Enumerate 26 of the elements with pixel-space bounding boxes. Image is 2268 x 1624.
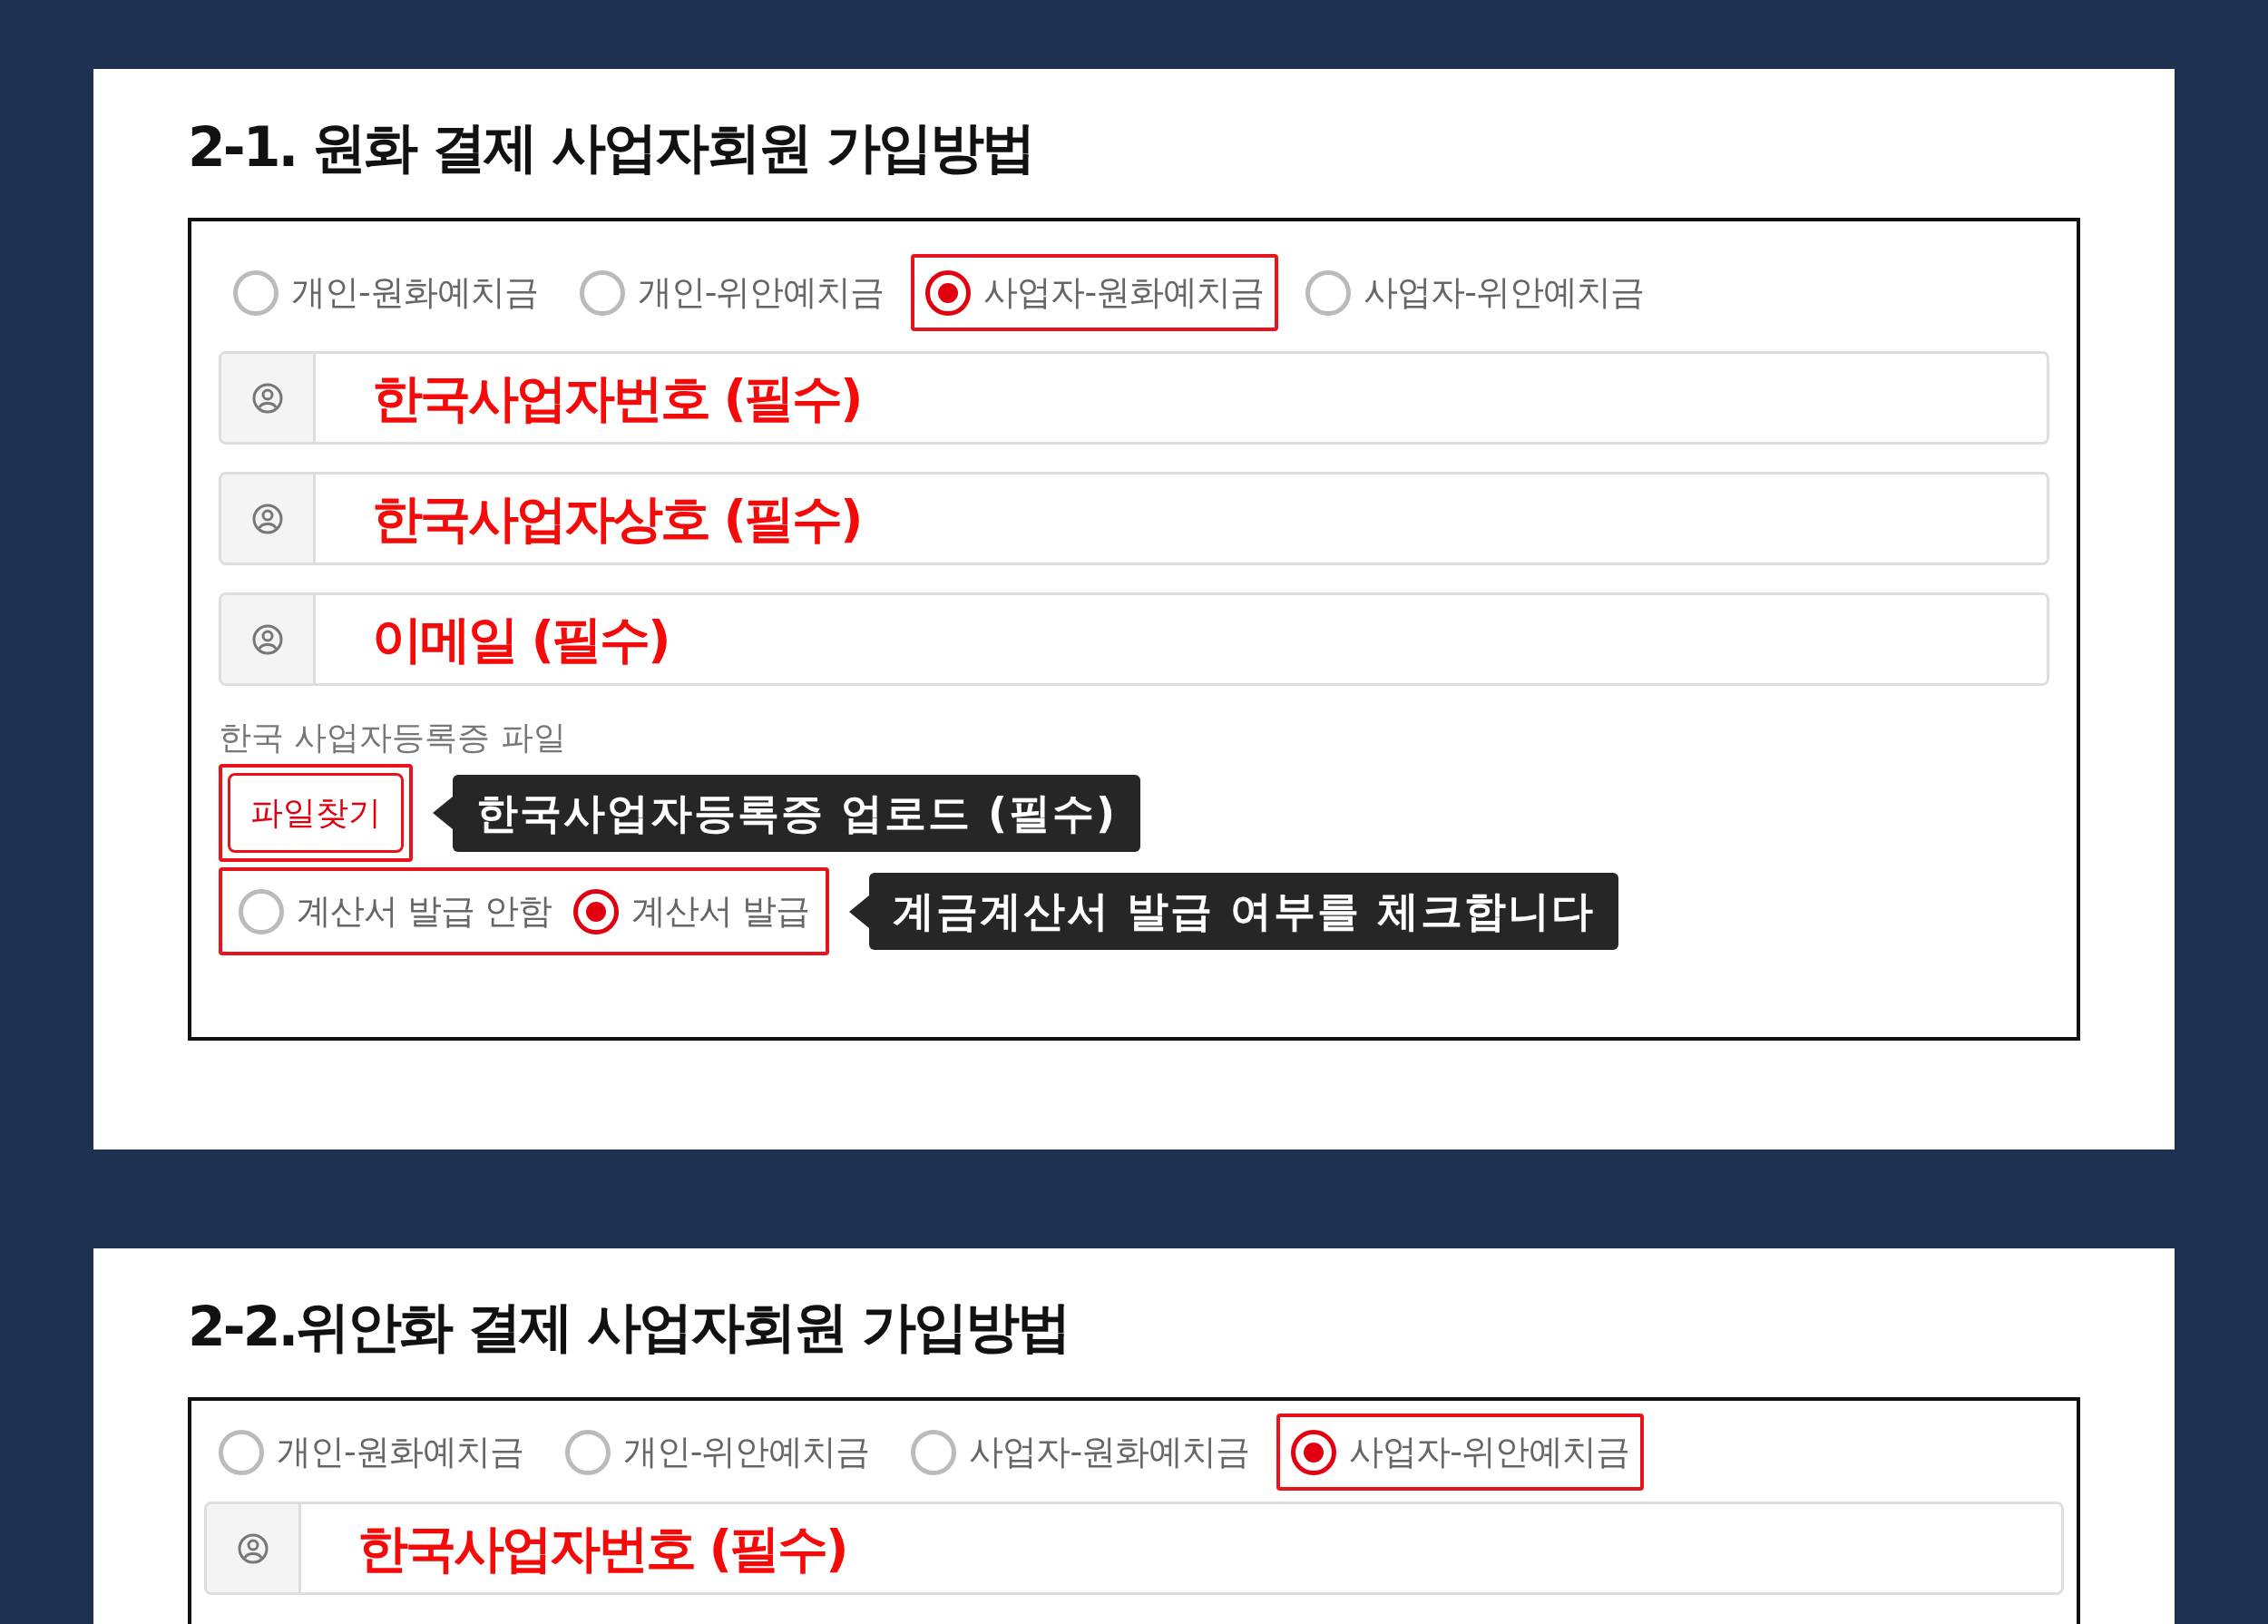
radio-option[interactable]: 사업자-원화예치금 bbox=[896, 1414, 1265, 1491]
section-title: 2-2.위안화 결제 사업자회원 가입방법 bbox=[188, 1294, 1070, 1359]
radio-option[interactable]: 개인-위안예치금 bbox=[564, 254, 899, 331]
tooltip: 한국사업자등록증 업로드 (필수) bbox=[433, 774, 1141, 852]
file-button[interactable]: 파일찾기 bbox=[228, 773, 404, 853]
radio-option[interactable]: 계산서 발급 안함 bbox=[228, 875, 563, 948]
radio-option[interactable]: 개인-원화예치금 bbox=[219, 254, 552, 331]
radio-option[interactable]: 사업자-위안예치금 bbox=[1276, 1414, 1644, 1491]
user-icon bbox=[251, 623, 283, 655]
input-field[interactable]: 한국사업자번호 (필수) bbox=[204, 1502, 2064, 1595]
radio-option[interactable]: 사업자-위안예치금 bbox=[1291, 254, 1658, 331]
user-icon bbox=[237, 1532, 269, 1564]
user-icon bbox=[251, 503, 283, 534]
input-field[interactable]: 한국사업자상호 (필수) bbox=[219, 472, 2049, 565]
user-icon bbox=[251, 382, 283, 414]
radio-option[interactable]: 계산서 발급 bbox=[562, 875, 821, 948]
radio-option[interactable]: 사업자-원화예치금 bbox=[911, 254, 1279, 331]
field-label: 한국 사업자등록증 파일 bbox=[219, 718, 567, 758]
radio-option[interactable]: 개인-위안예치금 bbox=[550, 1414, 885, 1491]
radio-option[interactable]: 개인-원화예치금 bbox=[204, 1414, 538, 1491]
input-field[interactable]: 한국사업자번호 (필수) bbox=[219, 351, 2049, 445]
tooltip: 계금계산서 발급 여부를 체크합니다 bbox=[849, 873, 1619, 950]
input-field[interactable]: 이메일 (필수) bbox=[219, 592, 2049, 686]
pointer-arrow-icon bbox=[849, 895, 870, 928]
pointer-arrow-icon bbox=[433, 797, 453, 829]
section-title: 2-1. 원화 결제 사업자회원 가입방법 bbox=[188, 114, 1034, 180]
